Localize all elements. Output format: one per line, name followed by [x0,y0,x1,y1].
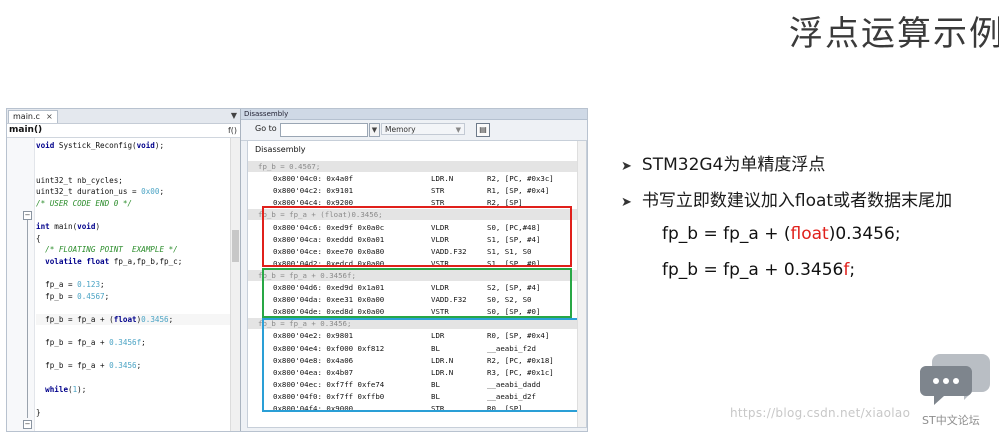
arrow-bullet-icon: ➤ [621,195,632,210]
function-selector[interactable]: main() f() [7,124,240,138]
arrow-bullet-icon: ➤ [621,159,632,174]
disassembly-window: Disassembly Go to ▼ Memory ▼ ▤ Disassemb… [241,109,587,431]
code-line: volatile float fp_a,fp_b,fp_c; [45,257,183,266]
forum-logo-icon [920,354,990,405]
bullet-1-text: STM32G4为单精度浮点 [641,155,826,175]
disasm-source-text: fp_b = 0.4567; [258,162,321,171]
memory-select[interactable]: Memory ▼ [381,123,465,135]
function-selector-label: main() [9,125,43,135]
code-line: fp_b = fp_a + 0.3456f; [36,338,146,348]
disasm-mnemonic: LDR.N [431,174,454,184]
code-line: void Systick_Reconfig(void); [36,141,165,150]
code-line: uint32_t duration_us = 0x00; [36,187,165,197]
code-area[interactable]: − − void Systick_Reconfig(void); uint32_t… [7,138,240,431]
chevron-down-icon: ▼ [455,126,461,134]
disasm-source-line: fp_b = 0.4567; [248,161,577,172]
function-icon[interactable]: f() [228,124,237,137]
formula-1-keyword: float [790,224,829,244]
code-line: uint32_t nb_cycles; [36,175,123,185]
disasm-address: 0x800'04c0: 0x4a0f [273,174,354,184]
code-line: fp_a = 0.123; [36,280,105,290]
disassembly-toolbar: Go to ▼ Memory ▼ ▤ [241,120,587,141]
close-icon[interactable]: × [46,112,53,121]
bullet-2-text: 书写立即数建议加入float或者数据末尾加 [641,191,953,211]
bullet-1: ➤ STM32G4为单精度浮点 [621,150,825,175]
code-line: { [36,233,41,243]
formula-2-part-c: ; [849,260,856,280]
code-line: while(1); [45,384,87,394]
watermark-caption: ST中文论坛 [922,414,980,427]
editor-tab-main-c[interactable]: main.c × [8,110,58,123]
disasm-instruction-line: 0x800'04c0: 0x4a0f LDR.N R2, [PC, #0x3c] [248,173,577,184]
goto-input[interactable] [280,123,368,137]
formula-float-suffix: fp_b = fp_a + 0.3456f; [662,260,855,280]
formula-1-part-a: fp_b = fp_a + ( [662,224,791,244]
highlight-box-float-suffix [262,268,572,318]
bullet-2: ➤ 书写立即数建议加入float或者数据末尾加 [621,186,952,211]
chevron-down-icon[interactable]: ▼ [231,109,237,123]
editor-scrollbar-thumb[interactable] [232,230,239,262]
code-line: } [36,407,41,417]
line-gutter: − − [7,138,35,431]
ide-screenshot: main.c × ▼ main() f() − − void Systick_Re… [6,108,588,432]
editor-tab-label: main.c [13,112,40,121]
disasm-operands: R2, [PC, #0x3c] [487,174,554,184]
disassembly-header: Disassembly [255,145,306,154]
code-line: int main(void) [36,222,101,232]
formula-2-part-a: fp_b = fp_a + 0.3456 [662,260,844,280]
watermark-url: https://blog.csdn.net/xiaolao [730,406,911,420]
highlight-box-float-cast [262,206,572,267]
memory-select-label: Memory [385,125,416,134]
disasm-operands: R1, [SP, #0x4] [487,186,550,196]
disasm-address: 0x800'04c2: 0x9101 [273,186,354,196]
code-line: fp_b = 0.4567; [36,291,110,301]
slide-title: 浮点运算示例 [789,14,999,54]
code-line: fp_b = fp_a + 0.3456; [36,361,142,371]
chevron-down-icon[interactable]: ▼ [369,123,380,137]
highlight-box-double [262,318,585,412]
code-line: fp_b = fp_a + (float)0.3456; [36,314,230,325]
disassembly-scrollbar[interactable] [577,141,586,427]
fold-line [27,220,28,418]
code-line: /* USER CODE END 0 */ [36,199,133,208]
collapse-end-icon: − [23,420,32,429]
formula-float-cast: fp_b = fp_a + (float)0.3456; [662,224,901,244]
goto-label: Go to [255,124,277,133]
editor-scrollbar[interactable] [230,138,240,431]
disasm-instruction-line: 0x800'04c2: 0x9101 STR R1, [SP, #0x4] [248,185,577,196]
disassembly-panel[interactable]: Disassembly fp_b = 0.4567; 0x800'04c0: 0x… [247,140,587,428]
view-options-icon[interactable]: ▤ [476,123,490,137]
disassembly-title: Disassembly [241,109,587,120]
collapse-icon[interactable]: − [23,211,32,220]
code-editor: main.c × ▼ main() f() − − void Systick_Re… [7,109,241,431]
editor-tabbar: main.c × ▼ [7,109,240,124]
disasm-mnemonic: STR [431,186,445,196]
code-line: /* FLOATING POINT EXAMPLE */ [36,245,178,255]
formula-1-part-c: )0.3456; [828,224,901,244]
